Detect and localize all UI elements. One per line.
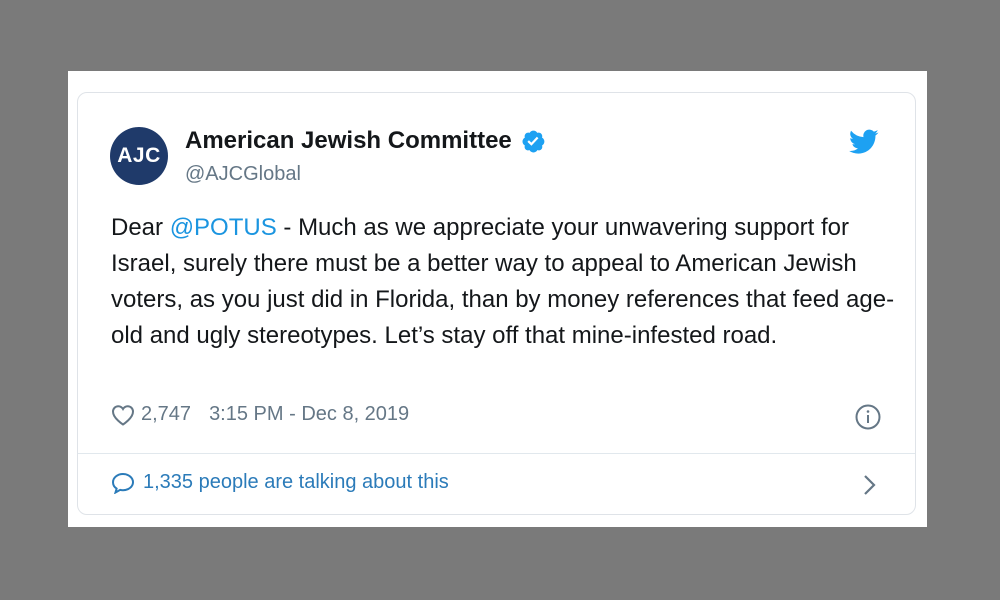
avatar-label: AJC bbox=[117, 144, 161, 167]
author-name-row: American Jewish Committee bbox=[185, 127, 546, 155]
tweet-card: AJC American Jewish Committee @AJCGlobal… bbox=[77, 92, 916, 515]
divider bbox=[78, 453, 915, 454]
tweet-text: Dear @POTUS - Much as we appreciate your… bbox=[111, 210, 901, 354]
like-count[interactable]: 2,747 bbox=[141, 403, 191, 426]
timestamp[interactable]: 3:15 PM - Dec 8, 2019 bbox=[209, 403, 409, 426]
speech-bubble-icon bbox=[111, 472, 135, 494]
display-name[interactable]: American Jewish Committee bbox=[185, 127, 512, 155]
chevron-right-icon[interactable] bbox=[863, 474, 877, 496]
avatar[interactable]: AJC bbox=[110, 127, 168, 185]
screenshot-canvas: AJC American Jewish Committee @AJCGlobal… bbox=[68, 71, 927, 527]
twitter-bird-icon[interactable] bbox=[849, 129, 879, 155]
user-handle[interactable]: @AJCGlobal bbox=[185, 163, 301, 186]
tweet-meta: 2,747 3:15 PM - Dec 8, 2019 bbox=[111, 403, 409, 426]
conversation-label: 1,335 people are talking about this bbox=[143, 471, 449, 493]
info-icon[interactable] bbox=[855, 404, 881, 430]
mention-link[interactable]: @POTUS bbox=[170, 214, 277, 241]
heart-icon[interactable] bbox=[111, 404, 135, 426]
tweet-text-intro: Dear bbox=[111, 214, 170, 241]
conversation-link[interactable]: 1,335 people are talking about this bbox=[111, 471, 449, 494]
verified-badge-icon bbox=[522, 130, 545, 153]
